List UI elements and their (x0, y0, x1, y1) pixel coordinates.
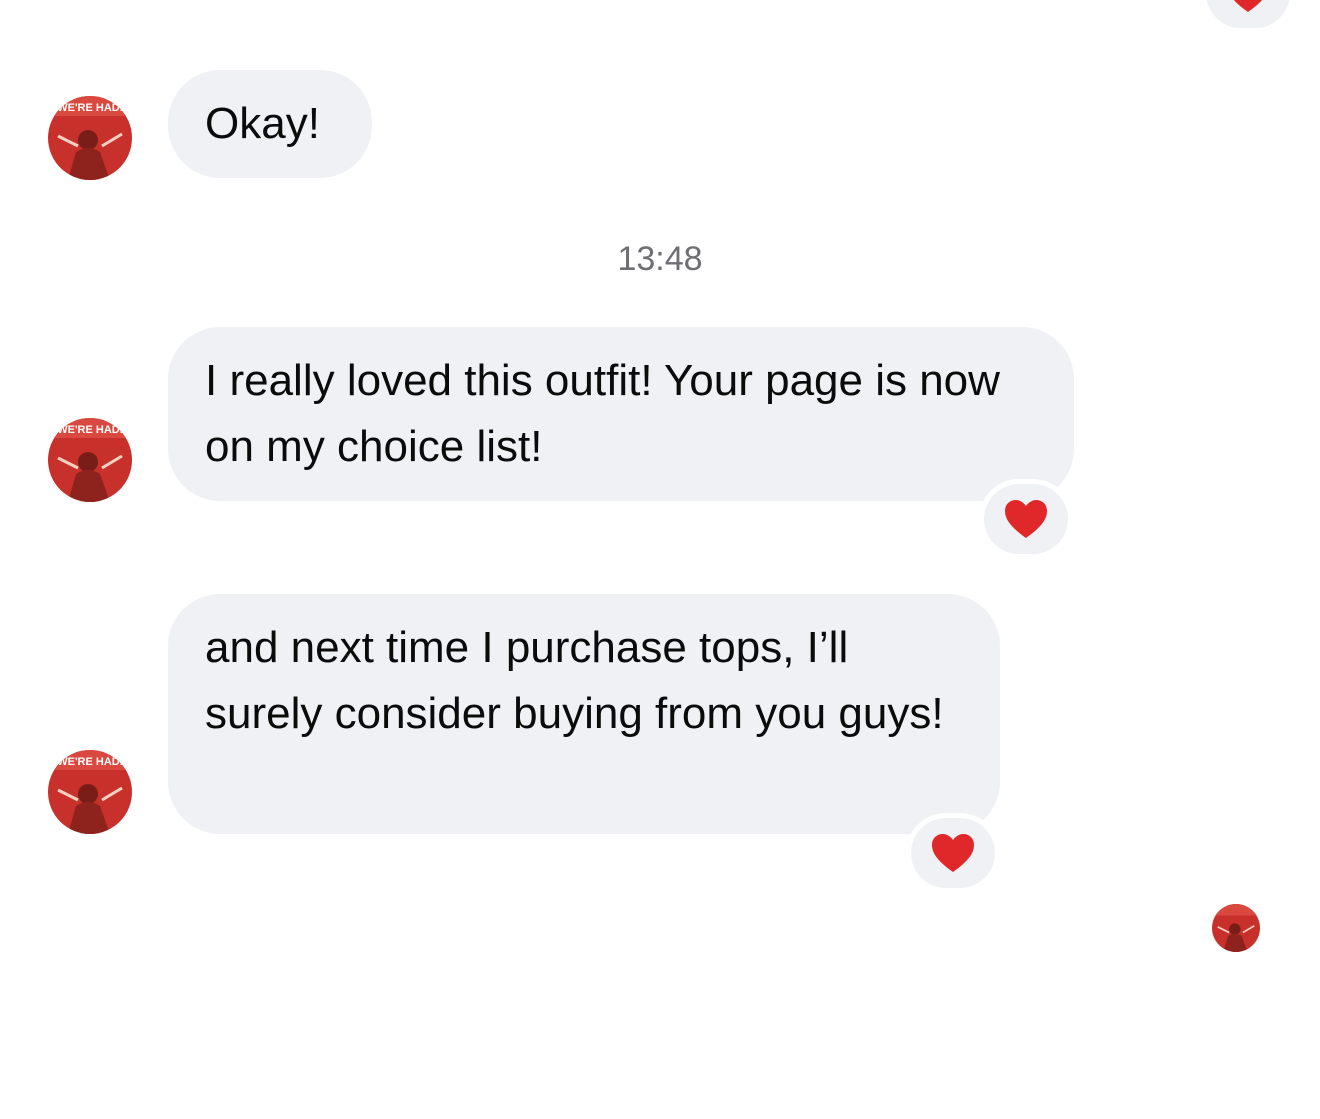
svg-text:WE'RE HADI: WE'RE HADI (57, 102, 123, 114)
message-text: Okay! (205, 99, 320, 148)
svg-text:WE'RE HADI: WE'RE HADI (57, 756, 123, 768)
avatar[interactable]: WE'RE HADI (48, 96, 132, 180)
heart-reaction-icon (1233, 0, 1263, 12)
read-receipt-avatar (1212, 904, 1260, 952)
message-text: and next time I purchase tops, I’ll sure… (205, 623, 944, 738)
message-bubble[interactable]: and next time I purchase tops, I’ll sure… (168, 594, 1000, 834)
reaction-badge[interactable] (911, 818, 995, 888)
avatar[interactable]: WE'RE HADI (48, 418, 132, 502)
message-bubble[interactable]: I really loved this outfit! Your page is… (168, 327, 1074, 501)
heart-reaction-icon (1005, 500, 1047, 538)
avatar[interactable]: WE'RE HADI (48, 750, 132, 834)
svg-text:WE'RE HADI: WE'RE HADI (57, 424, 123, 436)
reaction-badge-top[interactable] (1206, 0, 1290, 28)
heart-reaction-icon (932, 834, 974, 872)
message-bubble[interactable]: Okay! (168, 70, 372, 178)
reaction-badge[interactable] (984, 484, 1068, 554)
timestamp: 13:48 (617, 240, 703, 278)
message-text: I really loved this outfit! Your page is… (205, 356, 1000, 471)
